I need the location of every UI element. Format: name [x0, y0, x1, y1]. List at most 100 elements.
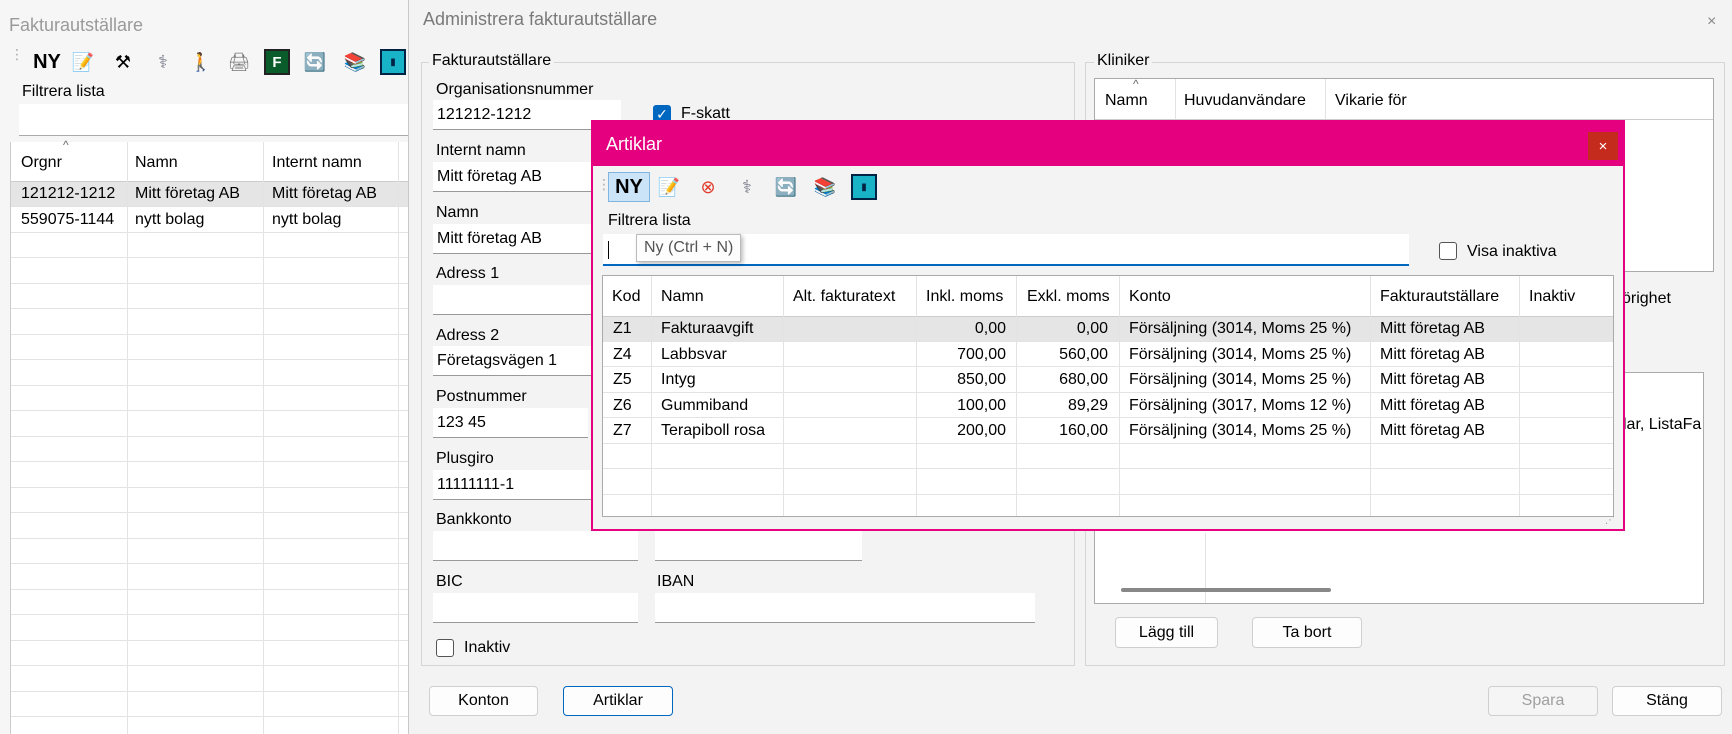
plusgiro-field[interactable]: 11111111-1	[433, 470, 593, 500]
visa-inaktiva-checkbox[interactable]	[1439, 242, 1457, 260]
table-cell: 100,00	[957, 397, 1006, 414]
artiklar-title: Artiklar	[606, 134, 663, 154]
internt-namn-field[interactable]: Mitt företag AB	[433, 162, 593, 192]
spara-button[interactable]: Spara	[1488, 686, 1598, 716]
edit-icon[interactable]: 📝	[70, 49, 96, 75]
close-button[interactable]: ×	[1707, 13, 1716, 31]
column-header[interactable]: Namn	[1105, 92, 1148, 110]
printer-icon[interactable]: 🖨	[226, 49, 252, 75]
table-cell: 121212-1212	[21, 185, 116, 202]
new-button[interactable]: NY	[608, 172, 650, 202]
kliniker-title: Kliniker	[1094, 52, 1153, 70]
column-header[interactable]: Inaktiv	[1529, 288, 1575, 306]
column-header[interactable]: Namn	[661, 288, 704, 306]
new-button[interactable]: NY	[27, 49, 67, 75]
namn-field[interactable]: Mitt företag AB	[433, 224, 593, 254]
column-header[interactable]: Orgnr	[21, 154, 62, 172]
inaktiv-label: Inaktiv	[464, 639, 511, 656]
column-header[interactable]: Konto	[1129, 288, 1171, 306]
adress2-field[interactable]: Företagsvägen 1	[433, 346, 593, 376]
table-cell: 160,00	[1059, 422, 1108, 439]
filter-label: Filtrera lista	[608, 212, 691, 229]
artiklar-titlebar	[593, 122, 1623, 166]
background-window-title: Fakturautställare	[9, 15, 144, 35]
column-header[interactable]: Internt namn	[272, 154, 362, 172]
artiklar-button[interactable]: Artiklar	[563, 686, 673, 716]
internt-namn-label: Internt namn	[436, 142, 526, 159]
table-cell: Fakturaavgift	[661, 320, 754, 337]
column-header[interactable]: Alt. fakturatext	[793, 288, 895, 306]
column-header[interactable]: Exkl. moms	[1027, 288, 1110, 306]
book-icon[interactable]: 📚	[342, 49, 368, 75]
delete-icon[interactable]: ⊗	[695, 174, 721, 200]
ta-bort-button[interactable]: Ta bort	[1252, 617, 1362, 648]
table-cell: Gummiband	[661, 397, 749, 414]
table-cell: 680,00	[1059, 371, 1108, 388]
table-cell: Labbsvar	[661, 346, 727, 363]
iban-label: IBAN	[657, 573, 695, 590]
table-cell: Mitt företag AB	[1380, 397, 1485, 414]
column-header[interactable]: Vikarie för	[1335, 92, 1407, 110]
issuer-grid[interactable]: ^ Orgnr Namn Internt namn 121212-1212 Mi…	[10, 138, 421, 734]
plusgiro-label: Plusgiro	[436, 450, 494, 467]
column-header[interactable]: Namn	[135, 154, 178, 172]
table-cell: Försäljning (3017, Moms 12 %)	[1129, 397, 1352, 414]
person-icon[interactable]: 🚶	[188, 49, 214, 75]
table-cell: nytt bolag	[272, 211, 342, 228]
refresh-icon[interactable]: 🔄	[302, 49, 328, 75]
horizontal-scrollbar[interactable]	[1121, 588, 1331, 592]
tools-icon[interactable]: ⚒	[110, 49, 136, 75]
edit-icon[interactable]: 📝	[656, 174, 682, 200]
bankkonto-field[interactable]	[433, 531, 638, 561]
table-cell: 559075-1144	[21, 211, 115, 228]
kliniker-partial-label: örighet	[1622, 290, 1671, 307]
column-header[interactable]: Fakturautställare	[1380, 288, 1499, 306]
exit-door-icon[interactable]: ▮	[851, 174, 877, 200]
sort-up-icon: ^	[1133, 77, 1139, 91]
table-cell: 700,00	[957, 346, 1006, 363]
table-cell: nytt bolag	[135, 211, 205, 228]
group-title: Fakturautställare	[429, 52, 555, 70]
stethoscope-icon[interactable]: ⚕	[150, 49, 176, 75]
filter-input[interactable]	[19, 104, 419, 136]
lagg-till-button[interactable]: Lägg till	[1115, 617, 1218, 648]
dialog-title: Administrera fakturautställare	[423, 9, 658, 29]
adress1-field[interactable]	[433, 285, 593, 315]
inaktiv-checkbox[interactable]	[436, 639, 454, 657]
table-cell: Mitt företag AB	[1380, 371, 1485, 388]
resize-grip-icon[interactable]: ⋰	[1605, 515, 1615, 526]
table-cell: Z6	[613, 397, 632, 414]
table-cell: Mitt företag AB	[135, 185, 240, 202]
bankkonto-field-2[interactable]	[655, 531, 862, 561]
stethoscope-icon[interactable]: ⚕	[734, 174, 760, 200]
partial-cell: lar, ListaFa	[1623, 416, 1702, 433]
postnummer-field[interactable]: 123 45	[433, 408, 588, 438]
stang-button[interactable]: Stäng	[1612, 686, 1722, 716]
text-caret	[608, 241, 609, 259]
table-cell: 0,00	[974, 320, 1006, 337]
sort-up-icon: ^	[63, 138, 69, 152]
column-header[interactable]: Huvudanvändare	[1184, 92, 1306, 110]
org-label: Organisationsnummer	[436, 81, 594, 98]
column-header[interactable]: Kod	[612, 288, 640, 306]
tooltip: Ny (Ctrl + N)	[636, 234, 742, 262]
table-cell: Terapiboll rosa	[661, 422, 766, 439]
exit-door-icon[interactable]: ▮	[380, 49, 406, 75]
table-cell: Mitt företag AB	[272, 185, 377, 202]
f-document-icon[interactable]: F	[264, 49, 290, 75]
table-cell: 560,00	[1059, 346, 1108, 363]
artiklar-close-button[interactable]: ×	[1588, 132, 1618, 160]
iban-field[interactable]	[655, 593, 1035, 623]
table-cell: 89,29	[1067, 397, 1108, 414]
visa-inaktiva-label: Visa inaktiva	[1467, 243, 1557, 260]
artiklar-grid[interactable]: Kod Namn Alt. fakturatext Inkl. moms Exk…	[602, 275, 1614, 517]
konton-button[interactable]: Konton	[429, 686, 538, 716]
adress1-label: Adress 1	[436, 265, 500, 282]
refresh-icon[interactable]: 🔄	[773, 174, 799, 200]
table-cell: Mitt företag AB	[1380, 320, 1485, 337]
bic-field[interactable]	[433, 593, 638, 623]
column-header[interactable]: Inkl. moms	[926, 288, 1003, 306]
table-cell: 850,00	[957, 371, 1006, 388]
table-cell: Försäljning (3014, Moms 25 %)	[1129, 422, 1352, 439]
book-icon[interactable]: 📚	[812, 174, 838, 200]
